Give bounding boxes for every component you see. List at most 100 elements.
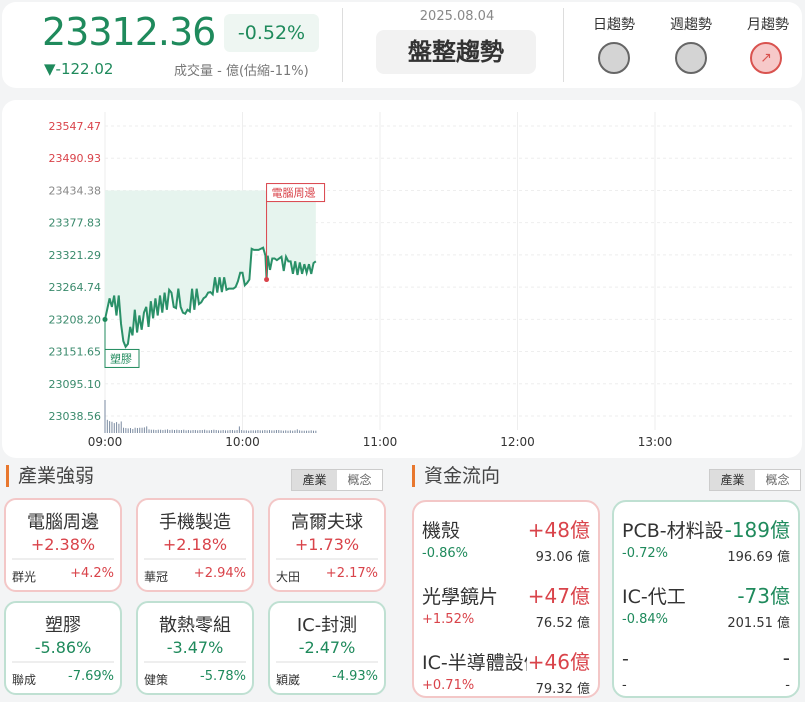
industry-tab-toggle: 產業 概念 bbox=[291, 469, 383, 491]
tab-concept[interactable]: 概念 bbox=[337, 470, 382, 490]
tab-industry[interactable]: 產業 bbox=[292, 470, 337, 490]
industry-name: 電腦周邊 bbox=[27, 512, 99, 533]
outflow-card: PCB-材料設備 -189億 -0.72% 196.69 億 IC-代工 -73億… bbox=[612, 500, 800, 698]
leading-stock: 聯成 bbox=[12, 673, 37, 687]
capital-flow-title: 資金流向 bbox=[412, 465, 500, 487]
trend-label: 盤整趨勢 bbox=[376, 30, 536, 74]
change-percent-badge: -0.52% bbox=[224, 14, 319, 52]
y-tick-label: 23547.47 bbox=[49, 120, 102, 133]
divider bbox=[144, 558, 246, 560]
x-tick-label: 10:00 bbox=[225, 435, 260, 449]
weekly-trend-label: 週趨勢 bbox=[670, 17, 712, 33]
industry-percent: +1.73% bbox=[294, 535, 360, 554]
leading-stock-percent: +2.94% bbox=[193, 566, 246, 581]
volume-text: 成交量 - 億(估縮-11%) bbox=[174, 64, 309, 79]
flow-percent: +1.52% bbox=[422, 612, 475, 627]
leading-stock: 大田 bbox=[276, 570, 301, 584]
industry-name: 散熱零組 bbox=[159, 615, 231, 636]
industry-percent: +2.38% bbox=[30, 535, 96, 554]
x-tick-label: 11:00 bbox=[363, 435, 398, 449]
leading-stock: 健策 bbox=[144, 673, 169, 687]
flow-turnover: 76.52 億 bbox=[535, 616, 590, 631]
industry-name: 塑膠 bbox=[45, 615, 81, 636]
flow-tab-toggle: 產業 概念 bbox=[709, 469, 801, 491]
leading-stock-percent: -7.69% bbox=[68, 669, 114, 684]
y-tick-label: 23038.56 bbox=[49, 410, 102, 423]
flow-amount: +47億 bbox=[526, 580, 590, 609]
daily-trend-label: 日趨勢 bbox=[593, 17, 635, 33]
change-value: ▼-122.02 bbox=[44, 60, 114, 78]
flow-item[interactable]: IC-半導體設備 +46億 +0.71% 79.32 億 bbox=[422, 642, 590, 702]
y-tick-label: 23151.65 bbox=[49, 346, 102, 359]
industry-card[interactable]: IC-封測 -2.47% 穎崴 -4.93% bbox=[268, 601, 386, 695]
intraday-chart[interactable]: 23547.47 23490.93 23434.38 23377.83 23321.29… bbox=[2, 100, 802, 458]
flow-industry-name: 光學鏡片 bbox=[422, 586, 499, 608]
flow-turnover: 196.69 億 bbox=[727, 550, 790, 565]
flow-amount: +48億 bbox=[526, 514, 590, 543]
x-tick-label: 13:00 bbox=[638, 435, 673, 449]
annotation-label: 塑膠 bbox=[110, 351, 132, 365]
flow-industry-name: 機殼 bbox=[422, 520, 461, 542]
inflow-card: 機殼 +48億 -0.86% 93.06 億光學鏡片 +47億 +1.52% 7… bbox=[412, 500, 600, 698]
y-tick-label: 23321.29 bbox=[49, 249, 102, 262]
y-tick-label: 23434.38 bbox=[49, 184, 102, 197]
industry-card[interactable]: 電腦周邊 +2.38% 群光 +4.2% bbox=[4, 498, 122, 592]
industry-name: IC-封測 bbox=[296, 615, 358, 636]
flow-item[interactable]: PCB-材料設備 -189億 -0.72% 196.69 億 bbox=[622, 510, 790, 570]
y-tick-label: 23264.74 bbox=[49, 281, 102, 294]
weekly-trend-indicator[interactable] bbox=[675, 42, 707, 74]
industry-name: 手機製造 bbox=[159, 512, 231, 533]
leading-stock-percent: +2.17% bbox=[325, 566, 378, 581]
y-tick-label: 23490.93 bbox=[49, 152, 102, 165]
flow-industry-name: - bbox=[622, 648, 629, 670]
leading-stock-percent: -4.93% bbox=[332, 669, 378, 684]
flow-amount: -73億 bbox=[736, 580, 790, 609]
industry-percent: -5.86% bbox=[34, 638, 92, 657]
divider bbox=[276, 558, 378, 560]
leading-stock-percent: +4.2% bbox=[70, 566, 114, 581]
flow-percent: - bbox=[622, 678, 627, 693]
industry-name: 高爾夫球 bbox=[291, 512, 363, 533]
flow-item[interactable]: 機殼 +48億 -0.86% 93.06 億 bbox=[422, 510, 590, 570]
x-tick-label: 09:00 bbox=[88, 435, 123, 449]
leading-stock-percent: -5.78% bbox=[200, 669, 246, 684]
divider bbox=[276, 661, 378, 663]
tab-industry[interactable]: 產業 bbox=[710, 470, 755, 490]
flow-item[interactable]: - - - - bbox=[622, 642, 790, 702]
flow-amount: +46億 bbox=[526, 646, 590, 675]
monthly-trend-indicator[interactable]: ↗ bbox=[750, 42, 782, 74]
industry-strength-title: 產業強弱 bbox=[6, 465, 94, 487]
y-tick-label: 23095.10 bbox=[49, 378, 102, 391]
industry-card[interactable]: 手機製造 +2.18% 華冠 +2.94% bbox=[136, 498, 254, 592]
industry-percent: -3.47% bbox=[166, 638, 224, 657]
daily-trend-indicator[interactable] bbox=[598, 42, 630, 74]
flow-item[interactable]: IC-代工 -73億 -0.84% 201.51 億 bbox=[622, 576, 790, 636]
leading-stock: 華冠 bbox=[144, 570, 169, 584]
divider bbox=[563, 8, 564, 82]
flow-percent: +0.71% bbox=[422, 678, 475, 693]
trending-up-icon: ↗ bbox=[760, 50, 772, 66]
flow-turnover: 201.51 億 bbox=[727, 616, 790, 631]
index-summary-card: 23312.36 -0.52% ▼-122.02 成交量 - 億(估縮-11%)… bbox=[2, 2, 802, 88]
divider bbox=[144, 661, 246, 663]
date: 2025.08.04 bbox=[419, 9, 495, 24]
divider bbox=[342, 8, 343, 82]
flow-industry-name: IC-半導體設備 bbox=[422, 652, 542, 674]
y-tick-label: 23208.20 bbox=[49, 313, 102, 326]
index-price: 23312.36 bbox=[42, 10, 216, 54]
industry-percent: -2.47% bbox=[298, 638, 356, 657]
tab-concept[interactable]: 概念 bbox=[755, 470, 800, 490]
flow-amount: -189億 bbox=[723, 514, 790, 543]
divider bbox=[12, 558, 114, 560]
y-tick-label: 23377.83 bbox=[49, 217, 102, 230]
flow-turnover: - bbox=[785, 678, 790, 693]
leading-stock: 群光 bbox=[12, 570, 37, 584]
flow-percent: -0.86% bbox=[422, 546, 468, 561]
industry-card[interactable]: 高爾夫球 +1.73% 大田 +2.17% bbox=[268, 498, 386, 592]
flow-percent: -0.84% bbox=[622, 612, 668, 627]
flow-amount: - bbox=[781, 646, 790, 670]
flow-item[interactable]: 光學鏡片 +47億 +1.52% 76.52 億 bbox=[422, 576, 590, 636]
industry-card[interactable]: 塑膠 -5.86% 聯成 -7.69% bbox=[4, 601, 122, 695]
x-tick-label: 12:00 bbox=[500, 435, 535, 449]
industry-card[interactable]: 散熱零組 -3.47% 健策 -5.78% bbox=[136, 601, 254, 695]
